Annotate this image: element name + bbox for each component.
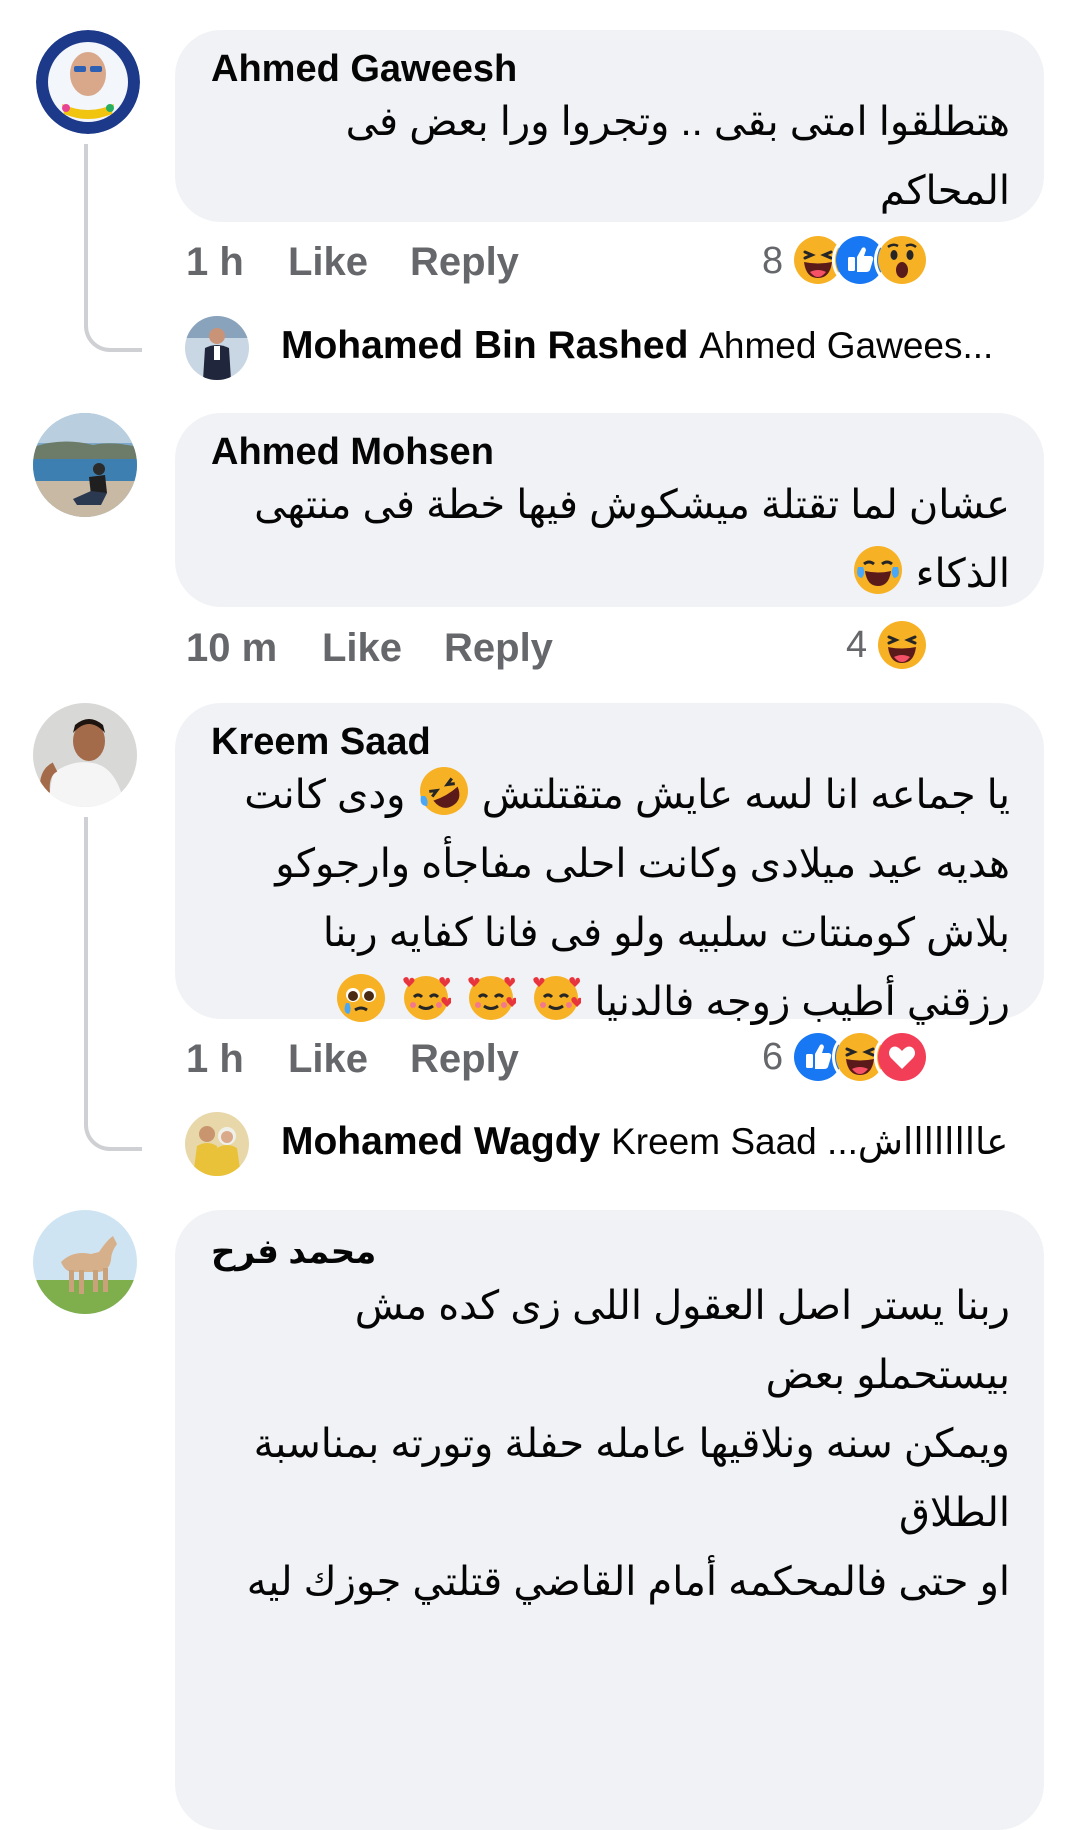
avatar[interactable] xyxy=(185,1112,249,1176)
comment-line: ودى كانت xyxy=(244,773,406,817)
comment-line: ربنا يستر اصل العقول اللى زى كده مش xyxy=(354,1284,1010,1328)
comment-line: الذكاء xyxy=(915,552,1010,596)
comment-time[interactable]: 10 m xyxy=(186,626,277,671)
avatar[interactable] xyxy=(36,30,140,134)
reply-snippet: Ahmed Gawees... xyxy=(699,325,994,366)
reply-snippet: Kreem Saad ...عااااااااش xyxy=(611,1121,1009,1162)
comment-line: هديه عيد ميلادى وكانت احلى مفاجأه وارجوك… xyxy=(275,842,1010,886)
comment-author[interactable]: محمد فرح xyxy=(211,1232,376,1272)
comment-bubble[interactable]: Ahmed Mohsen عشان لما تقتلة ميشكوش فيها … xyxy=(175,413,1044,607)
reply-author[interactable]: Mohamed Wagdy xyxy=(281,1120,600,1163)
reply-button[interactable]: Reply xyxy=(444,626,553,671)
tears-of-joy-emoji xyxy=(853,545,903,595)
comment-line: ويمكن سنه ونلاقيها عامله حفلة وتورته بمن… xyxy=(253,1422,1010,1466)
comment-line: بيستحملو بعض xyxy=(765,1353,1010,1397)
comment-text: عشان لما تقتلة ميشكوش فيها خطة فى منتهى … xyxy=(254,471,1010,609)
avatar[interactable] xyxy=(33,703,137,807)
avatar[interactable] xyxy=(185,316,249,380)
comment-line: هتطلقوا امتى بقى .. وتجروا ورا بعض فى xyxy=(345,100,1010,144)
comment-text: هتطلقوا امتى بقى .. وتجروا ورا بعض فى ال… xyxy=(346,88,1010,226)
haha-icon[interactable] xyxy=(874,617,930,673)
thread-connector xyxy=(84,817,142,1151)
thread-connector xyxy=(84,144,142,352)
reply-button[interactable]: Reply xyxy=(410,1037,519,1082)
avatar[interactable] xyxy=(33,1210,137,1314)
comment-line: الطلاق xyxy=(898,1491,1010,1535)
comment-line: عشان لما تقتلة ميشكوش فيها خطة فى منتهى xyxy=(254,483,1010,527)
comment-author[interactable]: Ahmed Gaweesh xyxy=(211,48,517,91)
comment-text: ربنا يستر اصل العقول اللى زى كده مش بيست… xyxy=(247,1272,1010,1617)
reply-preview[interactable]: Mohamed Wagdy Kreem Saad ...عااااااااش xyxy=(185,1106,1025,1186)
comment-bubble[interactable]: محمد فرح ربنا يستر اصل العقول اللى زى كد… xyxy=(175,1210,1044,1830)
comment-time[interactable]: 1 h xyxy=(186,240,244,285)
comment-line: بلاش كومنتات سلبيه ولو فى فانا كفايه ربن… xyxy=(322,911,1010,955)
rofl-emoji xyxy=(419,766,469,816)
avatar[interactable] xyxy=(33,413,137,517)
like-button[interactable]: Like xyxy=(288,1037,368,1082)
smiling-face-with-hearts-emoji xyxy=(531,973,581,1023)
smiling-face-with-hearts-emoji xyxy=(401,973,451,1023)
reply-button[interactable]: Reply xyxy=(410,240,519,285)
comment-bubble[interactable]: Ahmed Gaweesh هتطلقوا امتى بقى .. وتجروا… xyxy=(175,30,1044,222)
love-icon[interactable] xyxy=(874,1029,930,1085)
reaction-count[interactable]: 8 xyxy=(762,240,783,283)
like-button[interactable]: Like xyxy=(322,626,402,671)
comment-author[interactable]: Kreem Saad xyxy=(211,721,431,764)
comment-bubble[interactable]: Kreem Saad يا جماعه انا لسه عايش متقتلتش… xyxy=(175,703,1044,1024)
pleading-face-emoji xyxy=(336,973,386,1023)
reply-preview[interactable]: Mohamed Bin Rashed Ahmed Gawees... xyxy=(185,310,1025,390)
comment-line: المحاكم xyxy=(879,169,1010,213)
reaction-count[interactable]: 6 xyxy=(762,1036,783,1079)
comment-author[interactable]: Ahmed Mohsen xyxy=(211,431,494,474)
comment-line: او حتى فالمحكمه أمام القاضي قتلتي جوزك ل… xyxy=(246,1560,1010,1604)
comment-line: يا جماعه انا لسه عايش متقتلتش xyxy=(481,773,1010,817)
reaction-count[interactable]: 4 xyxy=(846,624,867,667)
comment-time[interactable]: 1 h xyxy=(186,1037,244,1082)
like-button[interactable]: Like xyxy=(288,240,368,285)
reply-author[interactable]: Mohamed Bin Rashed xyxy=(281,324,688,367)
wow-icon[interactable] xyxy=(874,232,930,288)
comment-line: رزقني أطيب زوجه فالدنيا xyxy=(594,980,1011,1024)
smiling-face-with-hearts-emoji xyxy=(466,973,516,1023)
comment-text: يا جماعه انا لسه عايش متقتلتش ودى كانت ه… xyxy=(244,761,1010,1037)
